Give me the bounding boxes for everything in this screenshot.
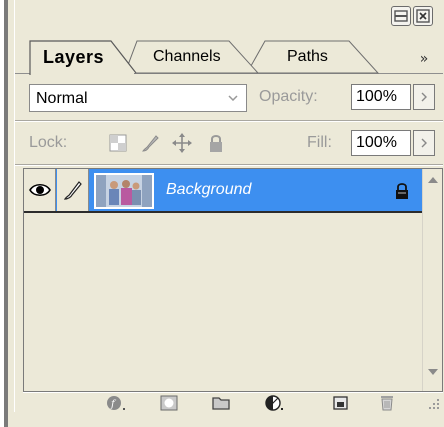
- photo-thumbnail-image: [96, 175, 152, 207]
- close-button[interactable]: [413, 6, 433, 26]
- layer-list: Background: [23, 168, 443, 392]
- fill-label: Fill:: [307, 134, 332, 151]
- layer-thumbnail[interactable]: [94, 173, 154, 209]
- tab-layers-label: Layers: [43, 46, 105, 67]
- blend-mode-value: Normal: [36, 90, 88, 107]
- palette-body: Paths Channels Layers » Normal Opacity: …: [14, 0, 443, 412]
- brush-toggle[interactable]: [57, 169, 89, 211]
- layer-list-scrollbar[interactable]: [422, 169, 442, 391]
- minimize-icon: [394, 10, 408, 22]
- trash-icon[interactable]: [375, 394, 399, 412]
- lock-all-icon[interactable]: [205, 132, 227, 154]
- palette-titlebar: [15, 0, 443, 32]
- add-mask-icon[interactable]: [157, 394, 181, 412]
- lock-paint-icon[interactable]: [139, 132, 161, 154]
- chevron-right-icon: [421, 92, 427, 102]
- visibility-toggle[interactable]: [24, 169, 56, 211]
- layers-palette: Paths Channels Layers » Normal Opacity: …: [4, 0, 444, 427]
- eye-icon: [28, 183, 51, 197]
- folder-icon[interactable]: [209, 394, 233, 412]
- tab-channels-label: Channels: [153, 48, 221, 65]
- opacity-label: Opacity:: [259, 88, 318, 105]
- layer-style-icon[interactable]: f: [105, 394, 129, 412]
- layer-name[interactable]: Background: [166, 181, 251, 199]
- fill-slider-button[interactable]: [413, 130, 435, 156]
- tab-layers[interactable]: Layers: [29, 40, 137, 75]
- blend-row: Normal Opacity: 100%: [15, 74, 443, 120]
- minimize-button[interactable]: [391, 6, 411, 26]
- tab-channels[interactable]: Channels: [125, 40, 259, 74]
- lock-move-icon[interactable]: [171, 132, 193, 154]
- chevron-right-icon: [421, 138, 427, 148]
- tab-row: Paths Channels Layers »: [15, 32, 443, 75]
- opacity-slider-button[interactable]: [413, 84, 435, 110]
- resize-grip-icon[interactable]: [425, 395, 441, 411]
- double-chevron-icon: »: [419, 51, 429, 67]
- lock-row: Lock: Fill: 100%: [15, 122, 443, 164]
- blend-mode-select[interactable]: Normal: [29, 84, 247, 112]
- chevron-down-icon: [224, 89, 242, 107]
- lock-label: Lock:: [29, 134, 68, 151]
- layers-toolbar: f: [23, 392, 443, 412]
- lock-transparent-icon[interactable]: [107, 132, 129, 154]
- adjustment-layer-icon[interactable]: [263, 394, 287, 412]
- scroll-down-icon[interactable]: [425, 365, 441, 379]
- lock-icon: [396, 183, 408, 199]
- fill-input[interactable]: 100%: [351, 130, 411, 156]
- opacity-input[interactable]: 100%: [351, 84, 411, 110]
- tab-paths-label: Paths: [287, 48, 328, 65]
- layer-row[interactable]: Background: [24, 169, 422, 213]
- brush-icon: [63, 181, 82, 200]
- divider: [15, 164, 443, 166]
- scroll-up-icon[interactable]: [425, 173, 441, 187]
- new-layer-icon[interactable]: [329, 394, 353, 412]
- close-icon: [416, 9, 430, 23]
- tab-paths[interactable]: Paths: [247, 40, 379, 74]
- palette-menu-button[interactable]: »: [413, 48, 435, 70]
